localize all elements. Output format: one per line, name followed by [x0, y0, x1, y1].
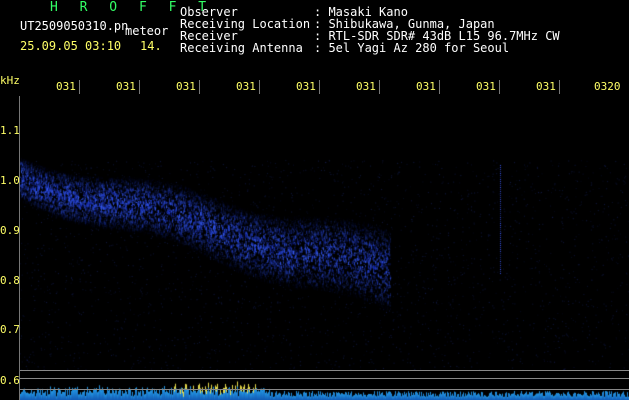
x-tick-mark — [499, 80, 500, 94]
info-label-antenna: Receiving Antenna — [180, 41, 303, 55]
y-tick-label: 1.0 — [0, 174, 20, 187]
x-tick-label: 031 — [236, 80, 256, 93]
x-tick-mark — [139, 80, 140, 94]
x-tick-label: 031 — [356, 80, 376, 93]
datetime-label: 25.09.05 03:10 — [20, 39, 122, 53]
x-tick-mark — [439, 80, 440, 94]
x-tick-label: 031 — [476, 80, 496, 93]
x-tick-label: 031 — [56, 80, 76, 93]
x-tick-mark — [319, 80, 320, 94]
x-tick-mark — [559, 80, 560, 94]
y-tick-label: 1.1 — [0, 124, 20, 137]
x-tick-label: 031 — [116, 80, 136, 93]
x-tick-mark — [259, 80, 260, 94]
x-tick-mark — [199, 80, 200, 94]
event-tag: meteor — [125, 24, 169, 38]
x-tick-label: 0320 — [594, 80, 621, 93]
frame-index: 14. — [140, 39, 162, 53]
info-value-antenna: : 5el Yagi Az 280 for Seoul — [314, 41, 510, 55]
x-tick-label: 031 — [296, 80, 316, 93]
x-tick-mark — [79, 80, 80, 94]
reference-line — [20, 378, 629, 379]
reference-line — [20, 389, 629, 390]
reference-line — [20, 370, 629, 371]
y-tick-label: 0.6 — [0, 374, 20, 387]
file-name: UT2509050310.pn — [20, 19, 129, 33]
x-tick-mark — [379, 80, 380, 94]
y-tick-label: 0.8 — [0, 274, 20, 287]
spectrogram-canvas — [20, 100, 629, 400]
y-axis-unit: kHz — [0, 74, 20, 87]
x-tick-label: 031 — [416, 80, 436, 93]
x-tick-label: 031 — [176, 80, 196, 93]
y-tick-label: 0.7 — [0, 323, 20, 336]
x-tick-label: 031 — [536, 80, 556, 93]
y-tick-label: 0.9 — [0, 224, 20, 237]
